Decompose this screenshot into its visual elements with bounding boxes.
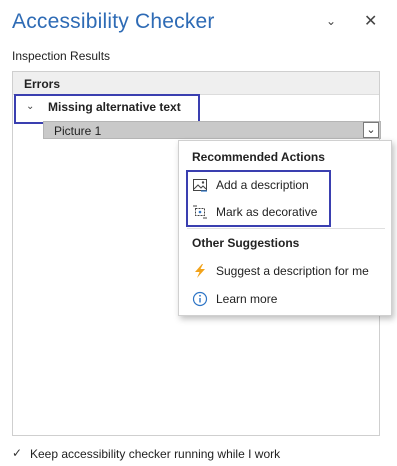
chevron-down-icon[interactable]: ⌄ [363, 122, 379, 138]
other-suggestions-heading: Other Suggestions [192, 236, 300, 250]
menu-divider [187, 228, 385, 229]
pane-title: Accessibility Checker [12, 10, 215, 33]
errors-header: Errors [13, 72, 379, 95]
picture-item-label: Picture 1 [54, 124, 102, 138]
checkmark-icon[interactable]: ✓ [12, 446, 22, 460]
close-icon[interactable]: ✕ [364, 11, 377, 31]
errors-label: Errors [24, 77, 61, 91]
learn-more-label: Learn more [216, 292, 278, 306]
picture-1-item[interactable]: Picture 1 ⌄ [43, 121, 381, 139]
suggest-description-menu-item[interactable]: Suggest a description for me [179, 258, 391, 284]
recommended-actions-highlight-box [186, 170, 331, 227]
actions-menu: Recommended Actions Add a description Ma… [178, 140, 392, 316]
task-pane-options-icon[interactable]: ⌄ [326, 14, 336, 28]
inspection-results-label: Inspection Results [12, 49, 111, 63]
suggest-description-label: Suggest a description for me [216, 264, 369, 278]
recommended-actions-heading: Recommended Actions [192, 150, 325, 164]
lightning-icon [195, 264, 205, 278]
info-icon [192, 291, 208, 307]
issue-highlight-box [14, 94, 200, 124]
keep-running-label: Keep accessibility checker running while… [30, 447, 281, 461]
learn-more-menu-item[interactable]: Learn more [179, 286, 391, 312]
